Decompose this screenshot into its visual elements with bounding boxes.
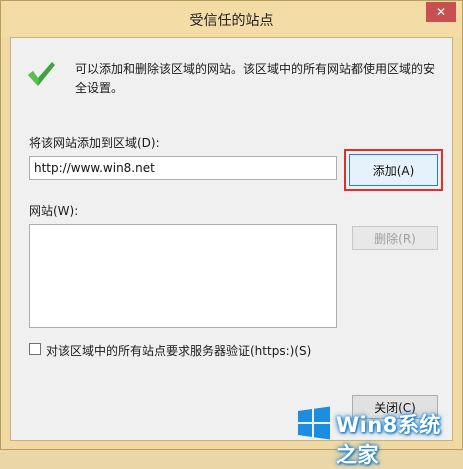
add-site-label: 将该网站添加到区域(D): xyxy=(29,136,160,150)
websites-label: 网站(W): xyxy=(29,204,79,218)
checkmark-icon xyxy=(28,62,55,86)
dialog-content: 可以添加和删除该区域的网站。该区域中的所有网站都使用区域的安全设置。 将该网站添… xyxy=(10,37,453,441)
watermark: Win8系统之家 xyxy=(290,395,462,467)
description-text: 可以添加和删除该区域的网站。该区域中的所有网站都使用区域的安全设置。 xyxy=(75,62,436,95)
close-window-button[interactable]: ✕ xyxy=(426,2,456,22)
close-icon: ✕ xyxy=(435,5,447,19)
dialog-title: 受信任的站点 xyxy=(189,13,274,29)
websites-list[interactable] xyxy=(29,224,337,328)
remove-button[interactable]: 删除(R) xyxy=(352,226,438,250)
add-button[interactable]: 添加(A) xyxy=(349,154,438,186)
add-site-input[interactable]: http://www.win8.net xyxy=(29,156,337,180)
title-bar[interactable]: 受信任的站点 ✕ xyxy=(1,1,462,37)
watermark-text: Win8系统之家 xyxy=(336,413,441,467)
dialog-window: 受信任的站点 ✕ 可以添加和删除该区域的网站。该区域中的所有网站都使用区域的安全… xyxy=(0,0,463,467)
https-checkbox[interactable] xyxy=(29,343,41,355)
https-checkbox-label[interactable]: 对该区域中的所有站点要求服务器验证(https:)(S) xyxy=(46,342,311,359)
windows-logo-icon xyxy=(298,406,330,440)
